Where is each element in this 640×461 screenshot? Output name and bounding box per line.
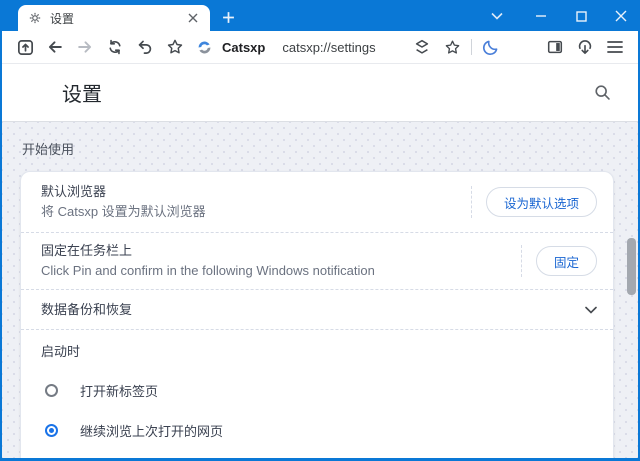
boss-key-icon[interactable] — [10, 33, 40, 61]
dark-mode-moon-icon[interactable] — [476, 33, 506, 61]
scrollbar-thumb[interactable] — [627, 238, 636, 295]
back-icon[interactable] — [40, 33, 70, 61]
default-browser-row: 默认浏览器 将 Catsxp 设置为默认浏览器 设为默认选项 — [21, 172, 613, 233]
refresh-icon[interactable] — [100, 33, 130, 61]
layers-icon[interactable] — [407, 33, 437, 61]
pin-taskbar-title: 固定在任务栏上 — [41, 243, 133, 258]
bookmark-star-icon[interactable] — [437, 33, 467, 61]
chevron-down-icon[interactable] — [585, 306, 597, 314]
radio-continue[interactable] — [45, 423, 58, 437]
radio-new-tab-label: 打开新标签页 — [80, 383, 159, 399]
tab-settings[interactable]: 设置 — [18, 5, 210, 31]
startup-section-label: 启动时 — [41, 343, 81, 359]
radio-new-tab[interactable] — [45, 383, 58, 397]
backup-restore-row[interactable]: 数据备份和恢复 — [21, 290, 613, 330]
forward-icon — [70, 33, 100, 61]
download-update-icon[interactable] — [570, 33, 600, 61]
minimize-button[interactable] — [528, 4, 554, 28]
search-icon[interactable] — [593, 83, 612, 102]
settings-header: 设置 — [2, 64, 638, 122]
new-tab-button[interactable] — [218, 7, 238, 27]
row-vertical-divider — [520, 245, 522, 277]
radio-continue-label: 继续浏览上次打开的网页 — [80, 423, 224, 439]
default-browser-subtitle: 将 Catsxp 设置为默认浏览器 — [41, 204, 206, 219]
undo-icon[interactable] — [130, 33, 160, 61]
toolbar-separator — [471, 39, 472, 55]
pin-taskbar-subtitle: Click Pin and confirm in the following W… — [41, 263, 375, 278]
browser-window: 设置 Catsxp catsxp://settings 设置 开始使用 默认浏览… — [0, 0, 640, 461]
gear-icon — [28, 11, 42, 25]
set-default-button[interactable]: 设为默认选项 — [485, 187, 597, 217]
home-star-icon[interactable] — [160, 33, 190, 61]
menu-icon[interactable] — [600, 33, 630, 61]
titlebar: 设置 — [2, 0, 638, 31]
startup-option-new-tab[interactable]: 打开新标签页 — [21, 370, 613, 410]
section-label: 开始使用 — [22, 142, 75, 157]
page-title: 设置 — [62, 84, 102, 106]
row-vertical-divider — [470, 186, 472, 218]
url-text[interactable]: catsxp://settings — [282, 40, 375, 55]
tab-title: 设置 — [50, 11, 75, 26]
sidebar-toggle-icon[interactable] — [540, 33, 570, 61]
pin-button[interactable]: 固定 — [535, 246, 597, 276]
default-browser-title: 默认浏览器 — [41, 184, 107, 199]
catsxp-logo-icon — [196, 39, 213, 56]
pin-taskbar-row: 固定在任务栏上 Click Pin and confirm in the fol… — [21, 233, 613, 290]
window-close-button[interactable] — [608, 4, 634, 28]
startup-option-continue[interactable]: 继续浏览上次打开的网页 — [21, 410, 613, 450]
brand-label: Catsxp — [222, 39, 266, 55]
address-bar[interactable]: Catsxp catsxp://settings — [196, 39, 376, 56]
tab-search-chevron-icon[interactable] — [486, 6, 508, 26]
tab-close-icon[interactable] — [184, 9, 202, 27]
settings-content: 开始使用 默认浏览器 将 Catsxp 设置为默认浏览器 设为默认选项 固定在任… — [2, 122, 638, 458]
toolbar: Catsxp catsxp://settings — [2, 31, 638, 64]
settings-card: 默认浏览器 将 Catsxp 设置为默认浏览器 设为默认选项 固定在任务栏上 C… — [20, 171, 614, 458]
backup-restore-title: 数据备份和恢复 — [41, 301, 133, 317]
maximize-button[interactable] — [568, 4, 594, 28]
settings-menu-icon[interactable] — [24, 86, 44, 100]
